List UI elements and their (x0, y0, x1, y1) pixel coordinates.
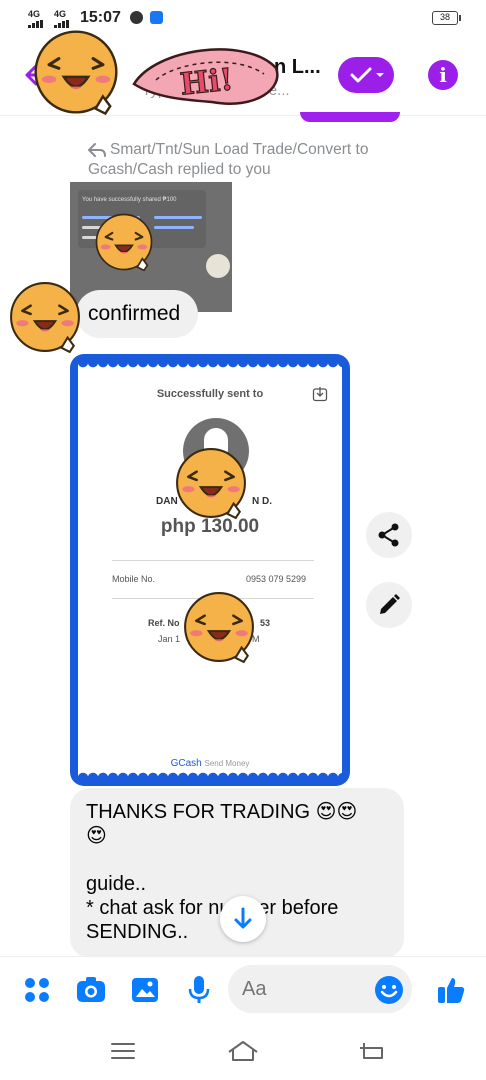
signal-icon-2 (54, 20, 69, 28)
pencil-icon (380, 594, 400, 614)
download-icon (312, 387, 328, 402)
system-navigation-bar (0, 1022, 486, 1080)
network-indicator-1: 4G (28, 9, 41, 19)
back-icon[interactable] (356, 1038, 386, 1064)
arrow-down-icon (234, 907, 252, 929)
receipt-footer: GCash Send Money (78, 758, 342, 769)
gallery-icon[interactable] (130, 975, 160, 1005)
face-sticker-icon (95, 213, 153, 272)
quoted-stamp (206, 254, 230, 278)
mobile-label: Mobile No. (112, 574, 156, 584)
verified-menu-button[interactable] (338, 57, 394, 93)
hi-speech-sticker: Hi! (132, 48, 279, 105)
checkmark-icon (350, 67, 384, 83)
ref-label: Ref. No (148, 618, 180, 628)
mobile-number: 0953 079 5299 (245, 574, 306, 584)
reply-note-text: Smart/Tnt/Sun Load Trade/Convert to Gcas… (88, 141, 369, 178)
emoji-icon[interactable] (374, 975, 404, 1005)
microphone-icon[interactable] (184, 975, 214, 1005)
face-sticker-icon (9, 281, 81, 354)
home-icon[interactable] (226, 1038, 260, 1064)
quoted-text: You have successfully shared ₱100 (82, 197, 177, 203)
gcash-receipt-image[interactable]: Successfully sent to DAN N D. php 130.00… (70, 354, 350, 786)
thumbs-up-icon[interactable] (436, 975, 466, 1005)
messenger-notification-icon (130, 11, 143, 24)
face-sticker-icon (175, 447, 247, 520)
previous-message-bubble-edge (300, 112, 400, 122)
clock: 15:07 (80, 9, 121, 26)
date-left: Jan 1 (158, 634, 181, 644)
footer-brand: GCash (170, 758, 202, 769)
signal-icon (28, 20, 43, 28)
facebook-notification-icon (150, 11, 163, 24)
recipient-name-right: N D. (252, 496, 272, 507)
menu-icon[interactable] (108, 1038, 138, 1064)
message-confirmed[interactable]: confirmed (76, 290, 198, 338)
edit-button[interactable] (366, 582, 412, 628)
reply-note: Smart/Tnt/Sun Load Trade/Convert to Gcas… (88, 140, 418, 180)
footer-sub: Send Money (204, 759, 250, 768)
scroll-to-bottom-button[interactable] (220, 896, 266, 942)
chat-header: n L... Typicallyn a fe... Hi! i (0, 30, 486, 116)
sticker-hi-text: Hi! (179, 62, 235, 102)
face-sticker-icon (183, 591, 255, 664)
ref-number-tail: 53 (260, 618, 271, 628)
share-icon (378, 523, 399, 547)
share-button[interactable] (366, 512, 412, 558)
receipt-body: Successfully sent to DAN N D. php 130.00… (78, 362, 342, 778)
camera-icon[interactable] (76, 975, 106, 1005)
info-button[interactable]: i (428, 60, 458, 90)
apps-grid-icon[interactable] (22, 975, 52, 1005)
receipt-divider (112, 560, 314, 561)
message-composer (0, 956, 486, 1022)
network-indicator-2: 4G (54, 9, 67, 19)
face-sticker-icon (34, 30, 118, 116)
battery-indicator: 38 (432, 11, 461, 25)
receipt-title: Successfully sent to (156, 388, 264, 400)
